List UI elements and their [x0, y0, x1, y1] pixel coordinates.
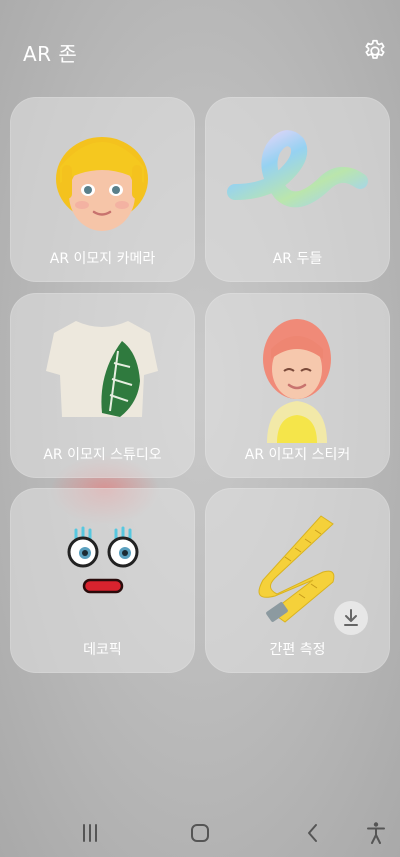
navigation-bar [0, 808, 400, 857]
download-icon [344, 609, 358, 626]
page-title: AR 존 [23, 42, 78, 66]
card-ar-emoji-sticker[interactable]: AR 이모지 스티커 [205, 293, 390, 478]
download-button[interactable] [334, 601, 368, 635]
card-label: AR 두들 [272, 251, 323, 267]
card-label: 간편 측정 [269, 642, 326, 658]
emoji-avatar-blonde-girl-icon [56, 137, 148, 231]
card-quick-measure[interactable]: 간편 측정 [205, 488, 390, 673]
accessibility-icon[interactable] [363, 820, 389, 846]
card-deco-pic[interactable]: 데코픽 [10, 488, 195, 673]
card-label: AR 이모지 스튜디오 [43, 447, 162, 463]
card-ar-emoji-studio[interactable]: AR 이모지 스튜디오 [10, 293, 195, 478]
emoji-avatar-pink-hair-icon [263, 319, 331, 443]
card-label: AR 이모지 스티커 [244, 447, 351, 463]
gear-icon[interactable] [362, 38, 388, 64]
tshirt-leaf-print-icon [46, 321, 158, 417]
doodle-ribbon-icon [227, 130, 368, 208]
app-header: AR 존 [0, 0, 400, 100]
card-ar-emoji-camera[interactable]: AR 이모지 카메라 [10, 97, 195, 282]
recents-icon[interactable] [77, 820, 103, 846]
cartoon-eyes-lips-icon [67, 526, 139, 594]
back-icon[interactable] [300, 820, 326, 846]
home-icon[interactable] [187, 820, 213, 846]
card-label: AR 이모지 카메라 [49, 251, 156, 267]
card-label: 데코픽 [83, 642, 122, 658]
card-ar-doodle[interactable]: AR 두들 [205, 97, 390, 282]
